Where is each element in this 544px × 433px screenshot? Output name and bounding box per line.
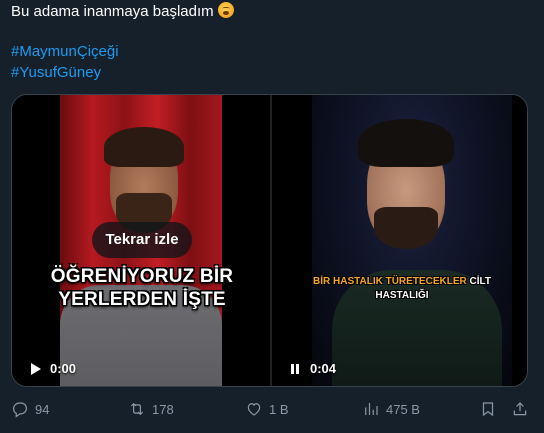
views-count: 475 B bbox=[386, 401, 420, 417]
left-video[interactable]: Tekrar izle ÖĞRENİYORUZ BİR YERLERDEN İŞ… bbox=[12, 95, 270, 386]
analytics-icon bbox=[365, 403, 378, 415]
right-video-person-hair bbox=[358, 119, 454, 167]
right-video-controls: 0:04 bbox=[288, 361, 336, 376]
bookmark-icon bbox=[482, 402, 494, 417]
like-button[interactable]: 1 B bbox=[245, 396, 289, 422]
heart-icon bbox=[247, 403, 261, 416]
replay-button[interactable]: Tekrar izle bbox=[92, 222, 192, 258]
right-video-person-beard bbox=[374, 207, 438, 249]
play-icon[interactable] bbox=[28, 362, 42, 376]
reply-button[interactable]: 94 bbox=[11, 396, 49, 422]
tweet: Bu adama inanmaya başladım #MaymunÇiçeği… bbox=[0, 0, 544, 433]
reply-count: 94 bbox=[35, 401, 50, 417]
left-video-time: 0:00 bbox=[50, 361, 77, 376]
left-video-caption: ÖĞRENİYORUZ BİR YERLERDEN İŞTE bbox=[50, 266, 234, 310]
hushed-face-emoji-icon bbox=[217, 2, 234, 18]
right-video[interactable]: BİR HASTALIK TÜRETECEKLER CİLT HASTALIĞI… bbox=[272, 95, 527, 386]
hashtag-link[interactable]: #YusufGüney bbox=[11, 62, 119, 83]
right-video-caption: BİR HASTALIK TÜRETECEKLER CİLT HASTALIĞI bbox=[292, 275, 512, 303]
right-video-time: 0:04 bbox=[310, 361, 337, 376]
repost-button[interactable]: 178 bbox=[128, 396, 174, 422]
views-button[interactable]: 475 B bbox=[362, 396, 420, 422]
right-video-caption-highlight: BİR HASTALIK TÜRETECEKLER bbox=[313, 276, 467, 287]
hashtag-link[interactable]: #MaymunÇiçeği bbox=[11, 41, 119, 62]
like-count: 1 B bbox=[269, 401, 289, 417]
bookmark-button[interactable] bbox=[479, 396, 497, 422]
pause-icon[interactable] bbox=[288, 362, 302, 376]
media-container: Tekrar izle ÖĞRENİYORUZ BİR YERLERDEN İŞ… bbox=[11, 94, 528, 387]
left-video-controls: 0:00 bbox=[28, 361, 76, 376]
left-video-person-hair bbox=[104, 127, 184, 167]
tweet-body: Bu adama inanmaya başladım bbox=[11, 3, 214, 20]
hashtags: #MaymunÇiçeği #YusufGüney bbox=[11, 41, 119, 83]
share-button[interactable] bbox=[511, 396, 529, 422]
reply-icon bbox=[13, 402, 27, 418]
repost-icon bbox=[130, 402, 144, 416]
share-icon bbox=[513, 402, 527, 416]
action-bar: 94 178 1 B 475 B bbox=[0, 396, 544, 422]
repost-count: 178 bbox=[152, 401, 174, 417]
tweet-text: Bu adama inanmaya başladım bbox=[11, 2, 234, 22]
